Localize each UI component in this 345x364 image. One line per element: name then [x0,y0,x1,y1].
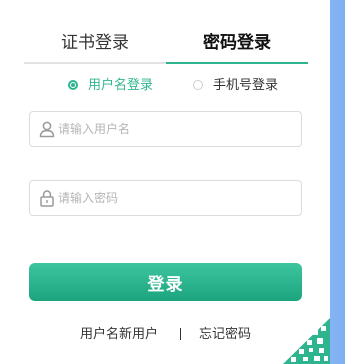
radio-phone-label: 手机号登录 [213,78,279,93]
login-button[interactable]: 登录 [29,263,302,301]
password-field[interactable] [29,180,302,216]
username-field[interactable] [29,111,302,147]
register-link[interactable]: 用户名新用户 [80,325,158,345]
link-separator [180,328,181,340]
qr-code-icon[interactable] [283,318,330,364]
password-input[interactable] [58,181,294,215]
lock-icon [40,190,54,207]
tab-certificate-login[interactable]: 证书登录 [24,26,166,62]
tab-password-login[interactable]: 密码登录 [166,26,308,62]
radio-checked-icon [68,80,78,90]
username-input[interactable] [58,112,294,146]
radio-unchecked-icon [193,80,203,90]
radio-username-label: 用户名登录 [88,78,154,93]
active-tab-indicator [166,62,308,64]
forgot-password-link[interactable]: 忘记密码 [199,325,251,345]
tab-divider [24,62,166,64]
login-panel: 证书登录 密码登录 用户名登录 手机号登录 登录 用户名新用户 [0,0,330,364]
bottom-links: 用户名新用户 忘记密码 [0,325,330,345]
login-mode-selector: 用户名登录 手机号登录 [68,76,308,96]
user-icon [39,121,55,138]
login-tabs: 证书登录 密码登录 [24,26,308,64]
